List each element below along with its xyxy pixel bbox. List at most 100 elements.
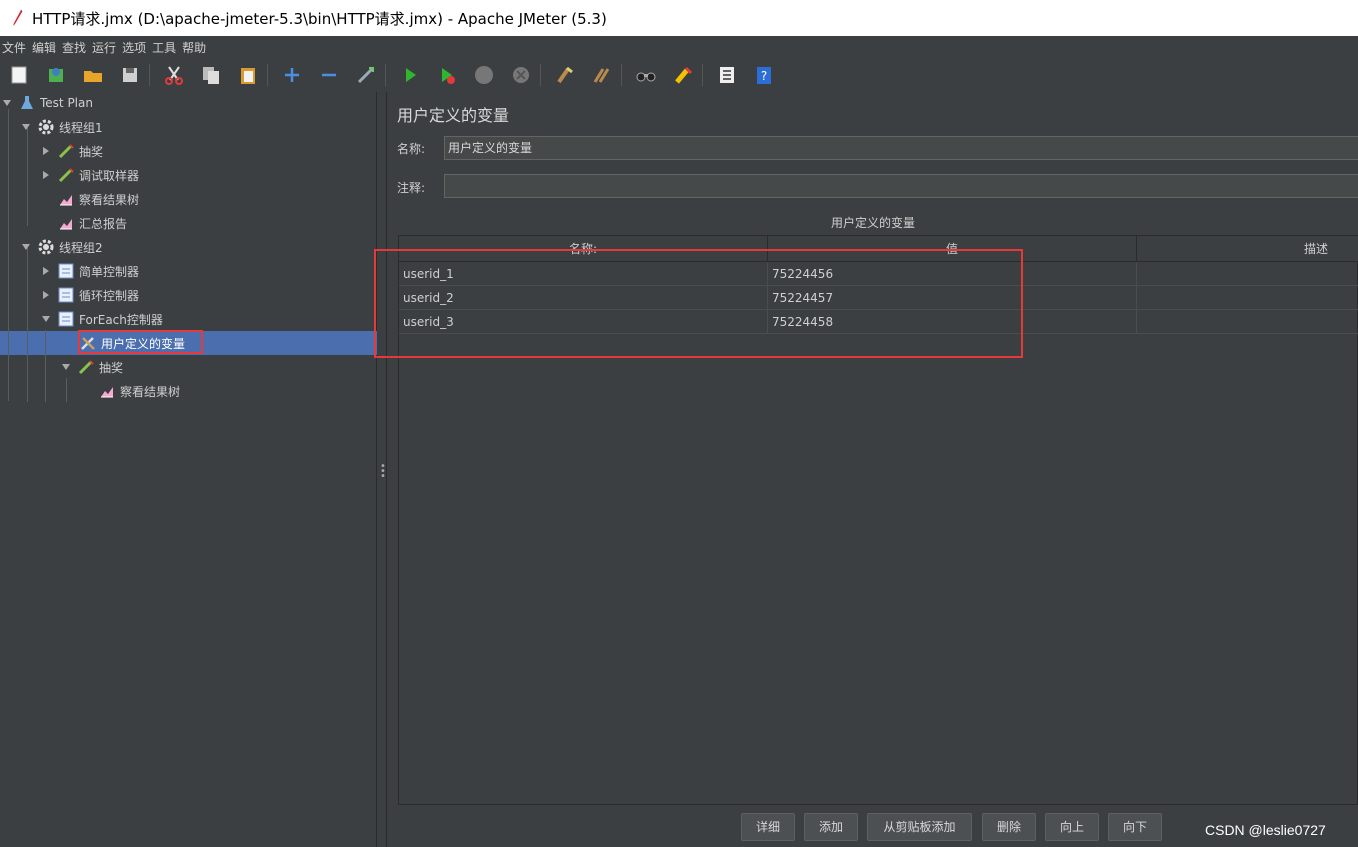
split-pane-divider[interactable]: • • • [377,92,387,847]
collapsed-arrow-icon[interactable] [41,170,51,180]
config-element-icon [79,334,97,352]
test-plan-tree: Test Plan 线程组1 抽奖 调试取样器 察看结果树 汇总报告 线程组2 … [0,92,377,847]
cell-description[interactable] [1137,262,1358,286]
toolbar: ? [0,58,1358,92]
listener-icon [57,214,75,232]
details-button[interactable]: 详细 [741,813,795,841]
controller-icon [57,286,75,304]
menu-file[interactable]: 文件 [0,39,30,56]
tree-node-user-defined-variables[interactable]: 用户定义的变量 [79,331,185,355]
open-icon[interactable] [80,62,106,88]
expanded-arrow-icon[interactable] [2,98,12,108]
cell-description[interactable] [1137,286,1358,310]
tree-node-simple-controller[interactable]: 简单控制器 [41,259,139,283]
tree-node-sampler-lottery[interactable]: 抽奖 [41,139,103,163]
reset-search-icon[interactable] [670,62,696,88]
expanded-arrow-icon[interactable] [21,242,31,252]
save-icon[interactable] [117,62,143,88]
paste-icon[interactable] [235,62,261,88]
tree-node-label: 用户定义的变量 [101,336,186,351]
drag-handle-icon[interactable]: • • • [380,462,386,482]
controller-icon [57,262,75,280]
name-label: 名称: [397,142,426,156]
shutdown-icon[interactable] [508,62,534,88]
templates-icon[interactable] [43,62,69,88]
tree-node-label: 线程组1 [59,120,103,135]
menu-help[interactable]: 帮助 [180,39,210,56]
collapsed-arrow-icon[interactable] [41,146,51,156]
toolbar-separator [385,64,386,86]
help-icon[interactable]: ? [751,62,777,88]
start-icon[interactable] [397,62,423,88]
tree-guide-line [27,246,28,402]
name-field[interactable]: 用户定义的变量 [444,136,1358,160]
menu-bar: 文件 编辑 查找 运行 选项 工具 帮助 [0,36,1358,58]
tree-guide-line [8,109,9,401]
tree-node-debug-sampler[interactable]: 调试取样器 [41,163,139,187]
menu-run[interactable]: 运行 [90,39,120,56]
tree-node-label: 察看结果树 [120,384,181,399]
stop-icon[interactable] [471,62,497,88]
tree-guide-line [27,126,28,226]
panel-title: 用户定义的变量 [397,106,510,125]
tree-node-thread-group-1[interactable]: 线程组1 [21,115,103,139]
gear-icon [37,118,55,136]
table-caption: 用户定义的变量 [830,216,915,230]
menu-options[interactable]: 选项 [120,39,150,56]
collapsed-arrow-icon[interactable] [41,266,51,276]
menu-search[interactable]: 查找 [60,39,90,56]
add-button[interactable]: 添加 [804,813,858,841]
tree-node-label: 抽奖 [99,360,124,375]
new-icon[interactable] [6,62,32,88]
tree-node-view-results-tree[interactable]: 察看结果树 [57,187,139,211]
clear-icon[interactable] [552,62,578,88]
tree-node-sampler-lottery-2[interactable]: 抽奖 [61,355,123,379]
toolbar-separator [702,64,703,86]
tree-node-summary-report[interactable]: 汇总报告 [57,211,127,235]
menu-edit[interactable]: 编辑 [30,39,60,56]
tree-node-label: 循环控制器 [79,288,140,303]
jmeter-feather-icon [10,9,24,27]
move-up-button[interactable]: 向上 [1045,813,1099,841]
window-titlebar: HTTP请求.jmx (D:\apache-jmeter-5.3\bin\HTT… [0,0,1358,36]
start-no-pause-icon[interactable] [434,62,460,88]
tree-node-view-results-tree-2[interactable]: 察看结果树 [98,379,180,403]
expand-icon[interactable] [279,62,305,88]
toggle-icon[interactable] [353,62,379,88]
tree-node-label: 调试取样器 [79,168,140,183]
sampler-icon [57,166,75,184]
cell-description[interactable] [1137,310,1358,334]
cut-icon[interactable] [161,62,187,88]
clear-all-icon[interactable] [589,62,615,88]
tree-node-label: 察看结果树 [79,192,140,207]
move-down-button[interactable]: 向下 [1108,813,1162,841]
tree-node-foreach-controller[interactable]: ForEach控制器 [41,307,163,331]
watermark: CSDN @leslie0727 [1205,822,1326,838]
collapsed-arrow-icon[interactable] [41,290,51,300]
tree-node-test-plan[interactable]: Test Plan [2,91,93,115]
delete-button[interactable]: 删除 [982,813,1036,841]
column-header-description[interactable]: 描述 [1137,236,1358,262]
tree-guide-line [66,378,67,402]
copy-icon[interactable] [198,62,224,88]
tree-node-thread-group-2[interactable]: 线程组2 [21,235,103,259]
tree-node-label: Test Plan [40,96,93,110]
controller-icon [57,310,75,328]
expanded-arrow-icon[interactable] [21,122,31,132]
search-icon[interactable] [633,62,659,88]
toolbar-separator [540,64,541,86]
menu-tools[interactable]: 工具 [150,39,180,56]
expanded-arrow-icon[interactable] [41,314,51,324]
add-from-clipboard-button[interactable]: 从剪贴板添加 [867,813,972,841]
tree-node-label: 汇总报告 [79,216,128,231]
function-helper-icon[interactable] [714,62,740,88]
expanded-arrow-icon[interactable] [61,362,71,372]
tree-node-loop-controller[interactable]: 循环控制器 [41,283,139,307]
toolbar-separator [149,64,150,86]
listener-icon [57,190,75,208]
comment-field[interactable] [444,174,1358,198]
window-title: HTTP请求.jmx (D:\apache-jmeter-5.3\bin\HTT… [32,9,607,28]
collapse-icon[interactable] [316,62,342,88]
listener-icon [98,382,116,400]
svg-text:?: ? [761,69,767,83]
